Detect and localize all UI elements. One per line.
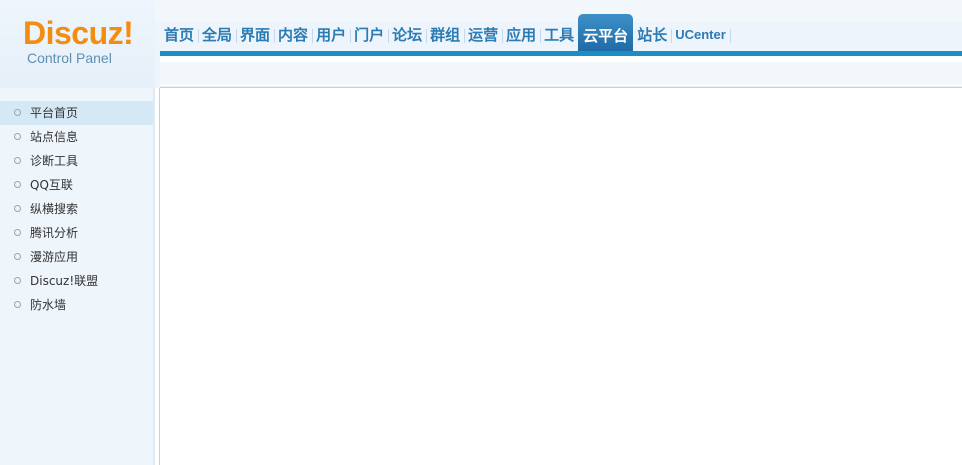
nav-tab-home[interactable]: 首页	[160, 20, 200, 52]
bullet-icon	[14, 181, 21, 188]
nav-tab-interface[interactable]: 界面	[236, 20, 276, 52]
logo[interactable]: Discuz! Control Panel	[0, 0, 155, 88]
nav-tab-ucenter[interactable]: UCenter	[671, 20, 731, 52]
sidebar-item-diagnostics[interactable]: 诊断工具	[0, 149, 153, 173]
nav-tab-portal[interactable]: 门户	[350, 20, 390, 52]
sidebar-item-discuz-union[interactable]: Discuz!联盟	[0, 269, 153, 293]
sidebar-menu: 平台首页 站点信息 诊断工具 QQ互联 纵横搜索 腾讯分析 漫游应用 Discu…	[0, 101, 153, 317]
sidebar-item-tencent-analytics[interactable]: 腾讯分析	[0, 221, 153, 245]
sidebar-item-label: 诊断工具	[30, 154, 79, 168]
nav-tab-label: 门户	[354, 26, 385, 44]
bullet-icon	[14, 229, 21, 236]
sub-toolbar-body	[160, 62, 962, 84]
nav-tab-label: 云平台	[583, 27, 629, 45]
logo-brand: Discuz!	[23, 15, 134, 51]
sidebar-item-label: 平台首页	[30, 106, 79, 120]
bullet-icon	[14, 157, 21, 164]
nav-tab-label: 用户	[316, 26, 347, 44]
nav-tab-cloud-platform[interactable]: 云平台	[578, 14, 634, 52]
nav-tab-label: 首页	[164, 26, 195, 44]
sidebar-item-roaming-apps[interactable]: 漫游应用	[0, 245, 153, 269]
top-nav: 首页 全局 界面 内容 用户 门户 论坛 群组 运营 应用 工具 云平台 站长 …	[160, 14, 731, 52]
nav-tab-users[interactable]: 用户	[312, 20, 352, 52]
sidebar-item-label: 纵横搜索	[30, 202, 79, 216]
nav-tab-label: 内容	[278, 26, 309, 44]
nav-tab-operations[interactable]: 运营	[464, 20, 504, 52]
sidebar-item-search[interactable]: 纵横搜索	[0, 197, 153, 221]
nav-tab-label: 群组	[430, 26, 461, 44]
bullet-icon	[14, 301, 21, 308]
nav-tab-label: 全局	[202, 26, 233, 44]
nav-tab-label: 论坛	[392, 26, 423, 44]
bullet-icon	[14, 109, 21, 116]
nav-tab-label: 界面	[240, 26, 271, 44]
sidebar-item-label: 漫游应用	[30, 250, 79, 264]
logo-subtitle: Control Panel	[27, 50, 112, 66]
sidebar-item-platform-home[interactable]: 平台首页	[0, 101, 153, 125]
sidebar-item-label: 防水墙	[30, 298, 67, 312]
nav-tab-groups[interactable]: 群组	[426, 20, 466, 52]
nav-tab-forum[interactable]: 论坛	[388, 20, 428, 52]
sidebar-item-label: QQ互联	[30, 178, 73, 192]
nav-tab-apps[interactable]: 应用	[502, 20, 542, 52]
sidebar-item-label: Discuz!联盟	[30, 274, 99, 288]
sidebar-item-firewall[interactable]: 防水墙	[0, 293, 153, 317]
sidebar-item-label: 腾讯分析	[30, 226, 79, 240]
bullet-icon	[14, 253, 21, 260]
bullet-icon	[14, 205, 21, 212]
sidebar-item-label: 站点信息	[30, 130, 79, 144]
nav-separator	[729, 29, 731, 43]
sidebar-edge	[153, 88, 155, 465]
nav-tab-label: UCenter	[675, 27, 726, 42]
bullet-icon	[14, 133, 21, 140]
nav-tab-webmaster[interactable]: 站长	[633, 20, 673, 52]
nav-tab-label: 运营	[468, 26, 499, 44]
sidebar-item-qq-connect[interactable]: QQ互联	[0, 173, 153, 197]
bullet-icon	[14, 277, 21, 284]
nav-tab-tools[interactable]: 工具	[540, 20, 578, 52]
nav-tab-label: 站长	[637, 26, 668, 44]
nav-tab-content[interactable]: 内容	[274, 20, 314, 52]
nav-tab-global[interactable]: 全局	[198, 20, 238, 52]
nav-tab-label: 应用	[506, 26, 537, 44]
nav-tab-label: 工具	[544, 26, 575, 44]
sidebar-item-site-info[interactable]: 站点信息	[0, 125, 153, 149]
main-content	[160, 88, 962, 465]
